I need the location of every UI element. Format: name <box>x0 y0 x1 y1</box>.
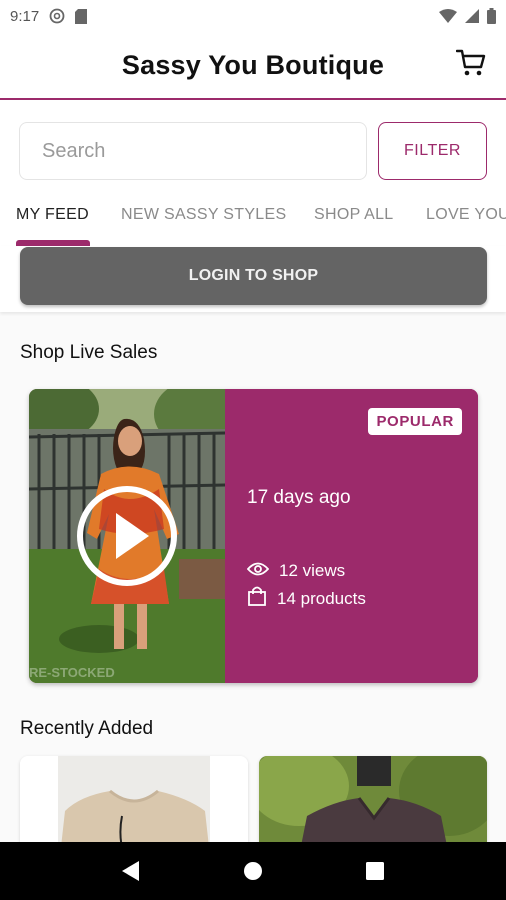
status-bar: 9:17 <box>0 0 506 32</box>
products-stat: 14 products <box>247 586 366 611</box>
cart-button[interactable] <box>454 48 488 82</box>
shopping-bag-icon <box>247 586 267 611</box>
views-count: 12 views <box>279 561 346 580</box>
login-to-shop-button[interactable]: LOGIN TO SHOP <box>20 247 487 305</box>
filter-button[interactable]: FILTER <box>378 122 487 180</box>
recents-square-icon <box>366 862 384 880</box>
popular-badge: POPULAR <box>368 408 462 435</box>
search-input[interactable] <box>42 139 344 163</box>
sd-card-icon <box>75 8 88 24</box>
shopping-cart-icon <box>455 49 486 82</box>
tab-new-sassy-styles[interactable]: NEW SASSY STYLES <box>121 206 286 224</box>
category-tabs: MY FEED NEW SASSY STYLES SHOP ALL LOVE Y… <box>0 198 506 246</box>
search-box[interactable] <box>19 122 367 180</box>
app-screen: 9:17 Sassy You Boutique Search FILTER MY… <box>0 0 506 900</box>
android-nav-bar <box>0 842 506 900</box>
app-header: Sassy You Boutique <box>0 32 506 100</box>
product-image <box>259 756 487 856</box>
live-sale-info: POPULAR 17 days ago 12 views 14 products <box>225 389 478 683</box>
eye-icon <box>246 561 270 581</box>
restocked-watermark: RE-STOCKED <box>29 665 115 680</box>
product-card[interactable] <box>259 756 487 856</box>
status-time: 9:17 <box>10 7 40 25</box>
app-title: Sassy You Boutique <box>121 49 385 80</box>
nav-back-button[interactable] <box>111 851 151 891</box>
products-count: 14 products <box>277 588 366 608</box>
login-area: LOGIN TO SHOP <box>0 246 506 312</box>
live-sale-card[interactable]: RE-STOCKED POPULAR 17 days ago 12 views … <box>29 389 478 683</box>
posted-time: 17 days ago <box>247 487 351 508</box>
nav-home-button[interactable] <box>233 851 273 891</box>
at-sign-icon <box>49 8 65 24</box>
tab-my-feed[interactable]: MY FEED <box>16 206 89 224</box>
tab-love-you[interactable]: LOVE YOU <box>426 206 506 224</box>
live-sales-title: Shop Live Sales <box>20 342 158 363</box>
nav-recents-button[interactable] <box>355 851 395 891</box>
signal-icon <box>465 9 479 23</box>
tab-shop-all[interactable]: SHOP ALL <box>314 206 394 224</box>
product-image <box>20 756 248 856</box>
views-stat: 12 views <box>246 561 346 581</box>
battery-icon <box>487 8 496 24</box>
search-row: FILTER <box>0 100 506 198</box>
wifi-icon <box>439 9 457 23</box>
home-circle-icon <box>244 862 262 880</box>
recently-added-title: Recently Added <box>20 718 154 739</box>
back-triangle-icon <box>122 861 139 881</box>
product-card[interactable] <box>20 756 248 856</box>
live-sale-thumbnail[interactable]: RE-STOCKED <box>29 389 225 683</box>
